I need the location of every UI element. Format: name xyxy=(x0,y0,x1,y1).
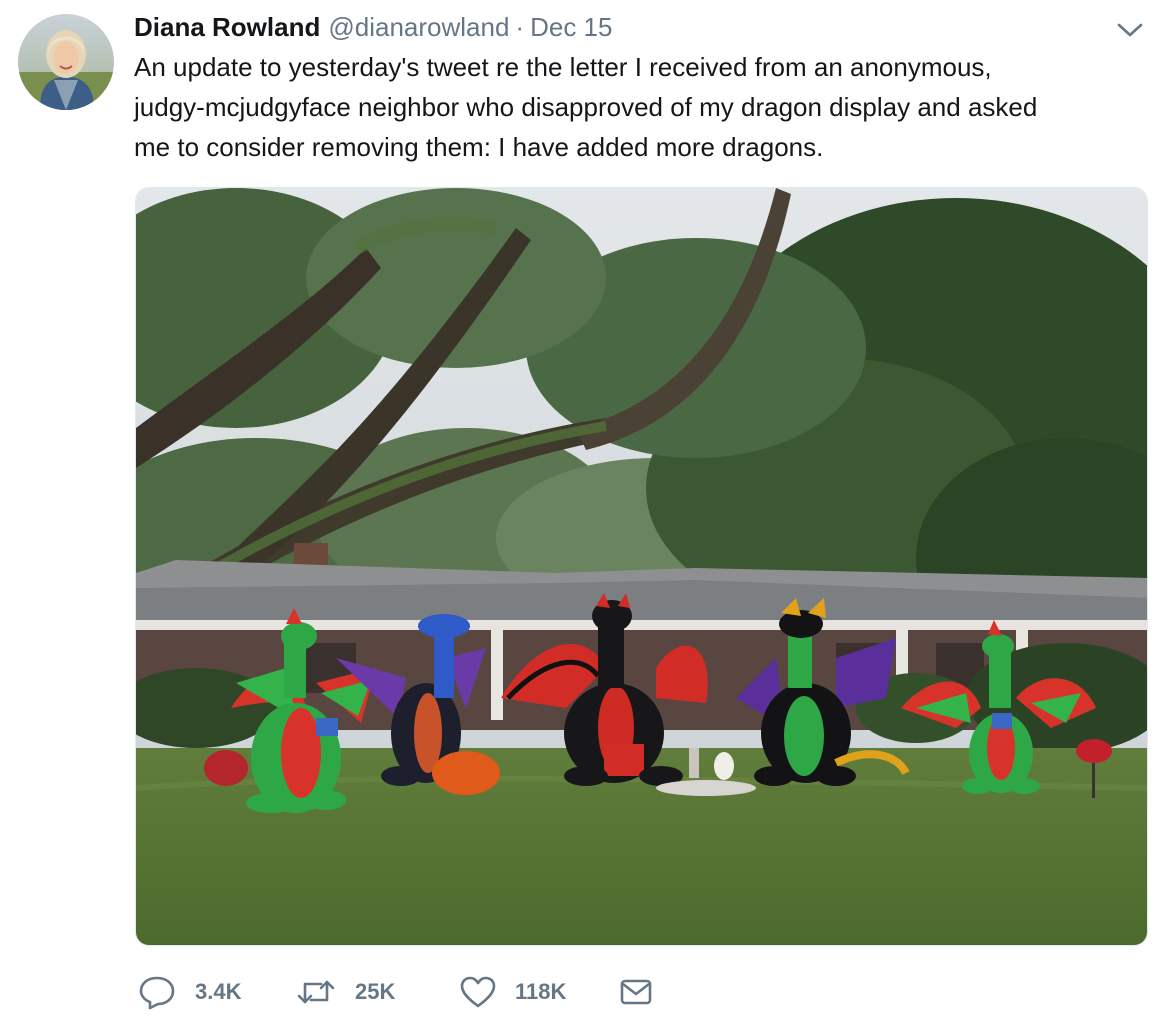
direct-message-button[interactable] xyxy=(619,970,653,1014)
tweet-text-line: An update to yesterday's tweet re the le… xyxy=(134,52,992,82)
tweet-actions: 3.4K 25K 118K xyxy=(137,970,1137,1014)
tweet-text-line: me to consider removing them: I have add… xyxy=(134,132,824,162)
reply-count: 3.4K xyxy=(195,979,242,1004)
envelope-icon xyxy=(620,979,652,1005)
tweet-date[interactable]: Dec 15 xyxy=(530,10,612,44)
tweet-header: Diana Rowland @dianarowland · Dec 15 xyxy=(134,10,612,44)
separator-dot: · xyxy=(515,12,525,42)
tweet-photo[interactable] xyxy=(135,187,1148,946)
tweet-text: An update to yesterday's tweet re the le… xyxy=(134,47,1144,167)
tweet-text-line: judgy-mcjudgyface neighbor who disapprov… xyxy=(134,92,1038,122)
reply-button[interactable]: 3.4K xyxy=(137,970,241,1014)
author-handle[interactable]: @dianarowland xyxy=(328,10,509,44)
reply-icon xyxy=(139,976,175,1010)
chevron-down-icon xyxy=(1117,23,1143,37)
like-count: 118K xyxy=(515,979,567,1004)
tweet: Diana Rowland @dianarowland · Dec 15 An … xyxy=(0,0,1162,1020)
author-name[interactable]: Diana Rowland xyxy=(134,10,320,44)
retweet-count: 25K xyxy=(355,979,396,1004)
retweet-button[interactable]: 25K xyxy=(295,970,395,1014)
heart-icon xyxy=(460,976,496,1008)
retweet-icon xyxy=(297,980,335,1004)
tweet-menu-button[interactable] xyxy=(1114,16,1146,44)
like-button[interactable]: 118K xyxy=(459,970,566,1014)
avatar[interactable] xyxy=(18,14,114,110)
